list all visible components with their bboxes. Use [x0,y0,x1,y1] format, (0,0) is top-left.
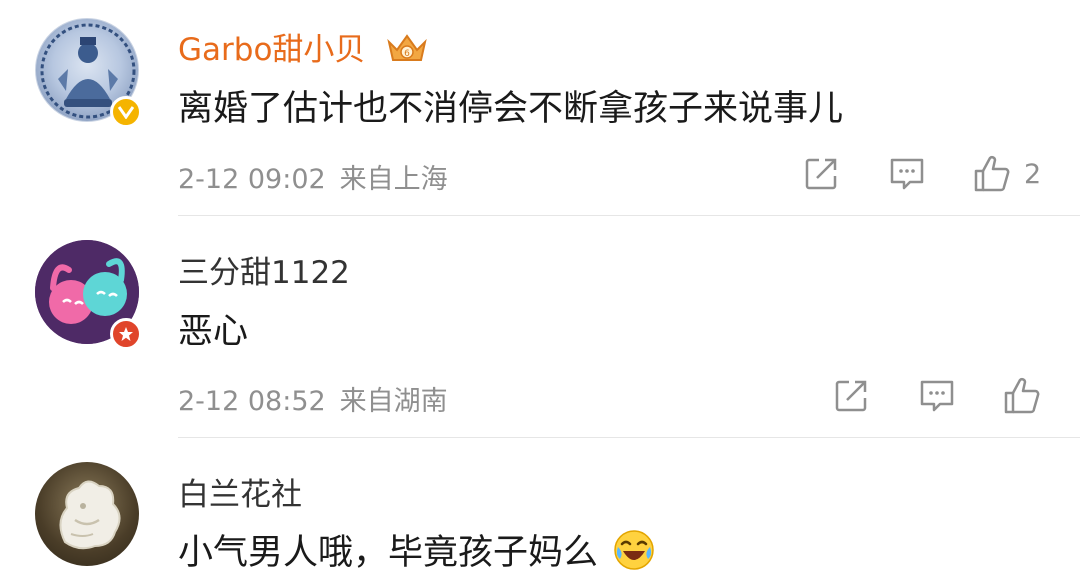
like-count: 2 [1024,158,1042,190]
like-button[interactable] [1002,374,1042,418]
share-icon [835,380,867,412]
username[interactable]: 白兰花社 [178,469,302,514]
location: 来自湖南 [339,386,448,417]
reply-button[interactable] [888,152,926,196]
location: 来自上海 [339,164,448,195]
comment-text: 离婚了估计也不消停会不断拿孩子来说事儿 [178,89,844,129]
divider [178,437,1080,438]
comment-meta: 2-12 09:02 来自上海 [178,157,448,196]
share-icon [805,158,837,190]
share-button[interactable] [833,374,869,418]
comment-icon [920,380,954,412]
jade-carving-image [59,480,121,550]
like-button[interactable]: 2 [972,152,1041,196]
share-button[interactable] [803,152,839,196]
divider [178,215,1080,216]
username[interactable]: Garbo甜小贝 6 [178,24,429,72]
vip-crown-icon: 6 [385,32,429,72]
comment-meta: 2-12 08:52 来自湖南 [178,379,448,418]
thumbs-up-icon [974,156,1010,192]
comment-text-body: 小气男人哦，毕竟孩子妈么 [178,533,599,573]
comment-text: 恶心 [178,312,249,352]
reply-button[interactable] [918,374,956,418]
timestamp: 2-12 08:52 [178,386,326,417]
member-badge-icon [110,318,142,350]
thumbs-up-icon [1004,378,1040,414]
laughing-crying-emoji-icon [613,529,655,580]
timestamp: 2-12 09:02 [178,164,326,195]
comment-icon [890,158,924,190]
comment-text: 小气男人哦，毕竟孩子妈么 [178,524,655,580]
username[interactable]: 三分甜1122 [178,247,350,292]
verified-badge-icon [110,96,142,128]
avatar[interactable] [35,462,139,566]
svg-text:6: 6 [404,49,410,59]
